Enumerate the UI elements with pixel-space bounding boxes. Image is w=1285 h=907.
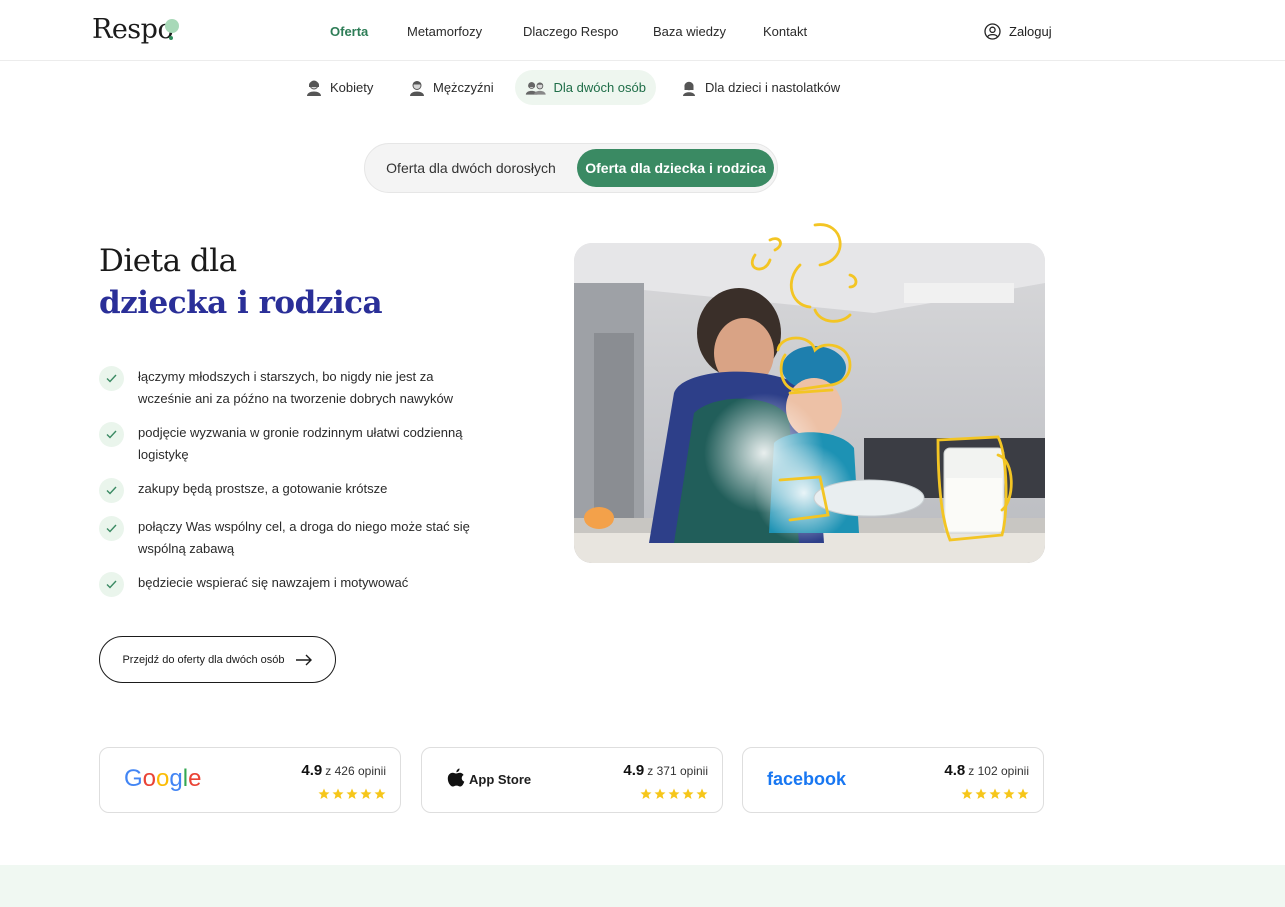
star-icon bbox=[318, 788, 330, 799]
woman-icon bbox=[307, 80, 321, 96]
star-icon bbox=[360, 788, 372, 799]
rating-value: 4.9 bbox=[623, 762, 645, 779]
login-link[interactable]: Zaloguj bbox=[984, 23, 1052, 40]
check-icon bbox=[99, 422, 124, 447]
review-score: 4.9 z 426 opinii bbox=[301, 762, 386, 779]
star-rating bbox=[640, 788, 708, 800]
star-icon bbox=[961, 788, 973, 799]
arrow-right-icon bbox=[295, 654, 312, 665]
star-icon bbox=[1017, 788, 1029, 799]
benefit-item: połączy Was wspólny cel, a droga do nieg… bbox=[99, 516, 499, 560]
star-rating bbox=[961, 788, 1029, 800]
star-icon bbox=[975, 788, 987, 799]
benefit-text: podjęcie wyzwania w gronie rodzinnym uła… bbox=[138, 425, 463, 462]
benefit-item: podjęcie wyzwania w gronie rodzinnym uła… bbox=[99, 422, 499, 466]
review-card-google[interactable]: Google 4.9 z 426 opinii bbox=[99, 747, 401, 813]
nav-oferta[interactable]: Oferta bbox=[330, 24, 368, 39]
apple-icon bbox=[447, 768, 465, 787]
review-count: z 102 opinii bbox=[968, 764, 1029, 778]
benefit-item: zakupy będą prostsze, a gotowanie krótsz… bbox=[99, 478, 499, 503]
man-icon bbox=[410, 80, 424, 96]
star-icon bbox=[346, 788, 358, 799]
star-icon bbox=[1003, 788, 1015, 799]
star-icon bbox=[989, 788, 1001, 799]
child-icon bbox=[683, 81, 695, 96]
rating-value: 4.8 bbox=[944, 762, 966, 779]
toggle-child-parent[interactable]: Oferta dla dziecka i rodzica bbox=[577, 149, 774, 187]
check-icon bbox=[99, 572, 124, 597]
review-card-facebook[interactable]: facebook 4.8 z 102 opinii bbox=[742, 747, 1044, 813]
benefit-text: połączy Was wspólny cel, a droga do nieg… bbox=[138, 519, 470, 556]
subnav-label: Kobiety bbox=[330, 80, 374, 95]
hero-title-line2: dziecka i rodzica bbox=[99, 285, 383, 321]
offer-toggle: Oferta dla dwóch dorosłych Oferta dla dz… bbox=[364, 143, 778, 193]
appstore-label: App Store bbox=[469, 771, 532, 787]
review-card-appstore[interactable]: App Store 4.9 z 371 opinii bbox=[421, 747, 723, 813]
star-icon bbox=[332, 788, 344, 799]
hero-photo bbox=[574, 243, 1045, 563]
facebook-logo: facebook bbox=[767, 769, 847, 789]
next-section-band bbox=[0, 865, 1285, 907]
check-icon bbox=[99, 478, 124, 503]
subnav-mezczyzni[interactable]: Mężczyźni bbox=[398, 70, 504, 105]
rating-value: 4.9 bbox=[301, 762, 323, 779]
site-header: Respo Oferta Metamorfozy Dlaczego Respo … bbox=[0, 0, 1285, 61]
subnav-kobiety[interactable]: Kobiety bbox=[295, 70, 383, 105]
google-logo: Google bbox=[124, 765, 202, 792]
subnav-label: Dla dzieci i nastolatków bbox=[705, 80, 841, 95]
star-icon bbox=[668, 788, 680, 799]
logo-dot bbox=[165, 19, 179, 33]
user-circle-icon bbox=[984, 23, 1001, 40]
cta-label: Przejdź do oferty dla dwóch osób bbox=[122, 653, 285, 666]
logo[interactable]: Respo bbox=[92, 14, 174, 45]
star-icon bbox=[640, 788, 652, 799]
subnav-label: Mężczyźni bbox=[433, 80, 494, 95]
star-icon bbox=[654, 788, 666, 799]
nav-dlaczego-respo[interactable]: Dlaczego Respo bbox=[523, 24, 618, 39]
appstore-logo: App Store bbox=[446, 768, 531, 790]
check-icon bbox=[99, 366, 124, 391]
benefit-text: będziecie wspierać się nawzajem i motywo… bbox=[138, 575, 409, 590]
benefit-text: zakupy będą prostsze, a gotowanie krótsz… bbox=[138, 481, 388, 496]
star-icon bbox=[682, 788, 694, 799]
benefit-text: łączymy młodszych i starszych, bo nigdy … bbox=[138, 369, 454, 406]
subnav-dla-dwoch-osob[interactable]: Dla dwóch osób bbox=[515, 70, 656, 105]
nav-metamorfozy[interactable]: Metamorfozy bbox=[407, 24, 482, 39]
couple-icon bbox=[525, 81, 546, 95]
star-icon bbox=[696, 788, 708, 799]
review-score: 4.8 z 102 opinii bbox=[944, 762, 1029, 779]
benefit-item: będziecie wspierać się nawzajem i motywo… bbox=[99, 572, 499, 597]
offer-cta-button[interactable]: Przejdź do oferty dla dwóch osób bbox=[99, 636, 336, 683]
subnav-label: Dla dwóch osób bbox=[553, 80, 647, 95]
hero-title-line1: Dieta dla bbox=[99, 243, 237, 279]
star-rating bbox=[318, 788, 386, 800]
nav-kontakt[interactable]: Kontakt bbox=[763, 24, 807, 39]
star-icon bbox=[374, 788, 386, 799]
logo-dot-small bbox=[169, 36, 173, 40]
nav-baza-wiedzy[interactable]: Baza wiedzy bbox=[653, 24, 726, 39]
review-count: z 371 opinii bbox=[647, 764, 708, 778]
review-score: 4.9 z 371 opinii bbox=[623, 762, 708, 779]
review-count: z 426 opinii bbox=[325, 764, 386, 778]
login-label: Zaloguj bbox=[1009, 24, 1052, 39]
check-icon bbox=[99, 516, 124, 541]
benefit-item: łączymy młodszych i starszych, bo nigdy … bbox=[99, 366, 499, 410]
toggle-two-adults[interactable]: Oferta dla dwóch dorosłych bbox=[370, 149, 572, 187]
subnav-dla-dzieci[interactable]: Dla dzieci i nastolatków bbox=[670, 70, 850, 105]
